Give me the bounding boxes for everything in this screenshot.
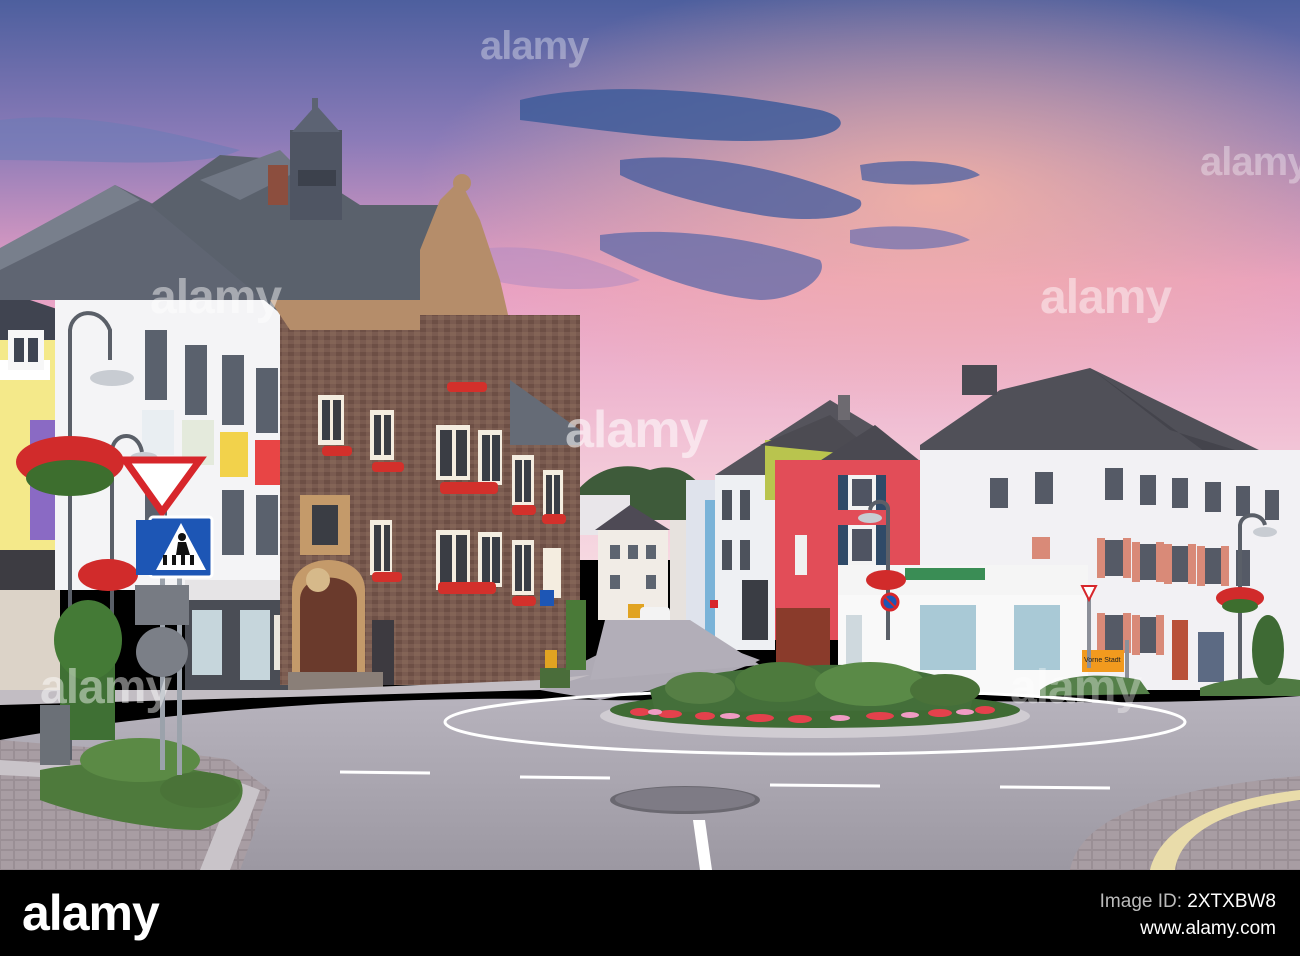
- image-meta: Image ID: 2XTXBW8 www.alamy.com: [1100, 888, 1276, 942]
- direction-sign-text: Vorne Stadt → Bernkastel: [1084, 657, 1124, 664]
- site-url[interactable]: www.alamy.com: [1100, 915, 1276, 942]
- image-id-label: Image ID:: [1099, 891, 1183, 912]
- scene: [0, 0, 1300, 870]
- stock-footer: alamy Image ID: 2XTXBW8 www.alamy.com: [0, 870, 1300, 956]
- town-square-photo: Vorne Stadt → Bernkastel alamy alamy ala…: [0, 0, 1300, 870]
- image-id-line: Image ID: 2XTXBW8: [1100, 888, 1276, 915]
- alamy-logo[interactable]: alamy: [22, 884, 160, 942]
- image-id-value: 2XTXBW8: [1187, 891, 1276, 912]
